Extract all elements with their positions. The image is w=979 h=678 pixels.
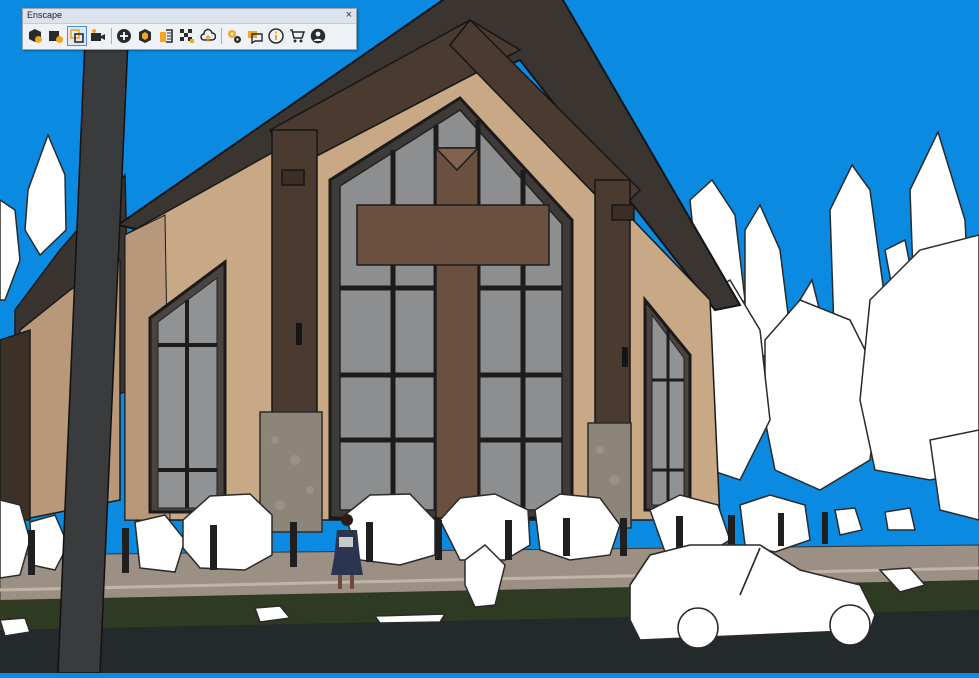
shop-cart-icon [290,29,305,43]
feedback-icon [248,31,263,44]
live-update-button[interactable] [46,26,66,46]
asset-library-button[interactable] [135,26,155,46]
about-icon [268,28,284,44]
close-icon[interactable]: × [346,8,352,22]
enscape-toolbar: Enscape × [22,8,357,50]
settings-icon [228,30,241,43]
toolbar-separator [221,28,222,44]
upload-cloud-button[interactable] [198,26,218,46]
toolbar-separator [111,28,112,44]
synchronize-views-button[interactable] [67,26,87,46]
batch-render-icon [180,29,194,43]
account-button[interactable] [308,26,328,46]
batch-render-button[interactable] [177,26,197,46]
start-enscape-button[interactable] [25,26,45,46]
toolbar-titlebar[interactable]: Enscape × [23,9,356,24]
material-editor-button[interactable] [156,26,176,46]
sketchup-viewport[interactable] [0,0,979,674]
feedback-button[interactable] [245,26,265,46]
church-model-scene [0,0,979,674]
live-update-icon [49,31,63,43]
upload-cloud-icon [200,28,216,42]
toolbar-button-row [25,25,329,47]
capture-video-icon [91,29,105,41]
settings-button[interactable] [224,26,244,46]
capture-video-button[interactable] [88,26,108,46]
start-enscape-icon [29,29,42,43]
asset-library-icon [139,29,151,43]
toolbar-title: Enscape [27,10,63,20]
about-button[interactable] [266,26,286,46]
add-view-button[interactable] [114,26,134,46]
synchronize-views-icon [70,29,84,43]
material-editor-icon [160,29,173,43]
account-icon [310,28,326,44]
shop-button[interactable] [287,26,307,46]
add-view-icon [117,29,131,43]
